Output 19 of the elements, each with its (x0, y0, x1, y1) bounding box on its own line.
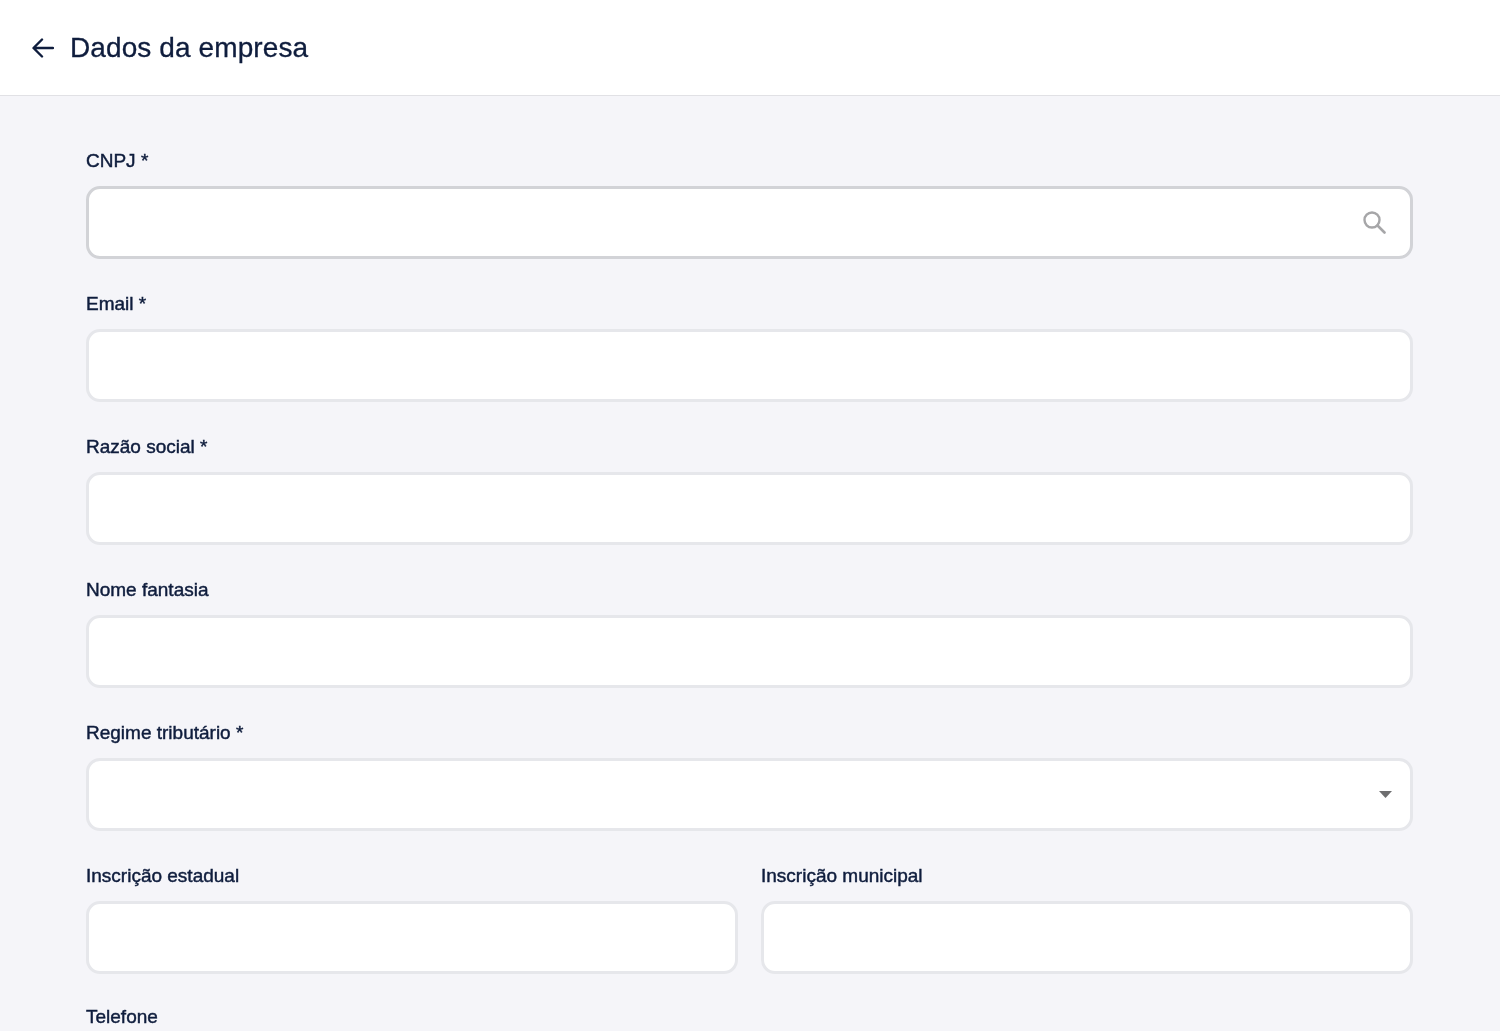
field-label: Inscrição municipal (761, 864, 923, 888)
dropdown-field[interactable] (86, 758, 1413, 831)
field-label: Nome fantasia (86, 578, 209, 602)
field-label: Razão social * (86, 435, 208, 459)
field-label: Inscrição estadual (86, 864, 240, 888)
input-field[interactable] (86, 329, 1413, 402)
search-icon[interactable] (1363, 211, 1386, 234)
field-label: Email * (86, 292, 147, 316)
search-field[interactable] (86, 186, 1413, 259)
input-field[interactable] (761, 901, 1413, 974)
input-field[interactable] (86, 901, 738, 974)
caret-icon (1379, 791, 1392, 798)
input-field[interactable] (86, 615, 1413, 688)
field-label: Regime tributário * (86, 721, 244, 745)
page-title: Dados da empresa (70, 30, 309, 65)
arrow-left-icon[interactable] (32, 37, 54, 58)
field-label: CNPJ * (86, 149, 149, 173)
field-label: Telefone (86, 1007, 158, 1027)
input-field[interactable] (86, 472, 1413, 545)
